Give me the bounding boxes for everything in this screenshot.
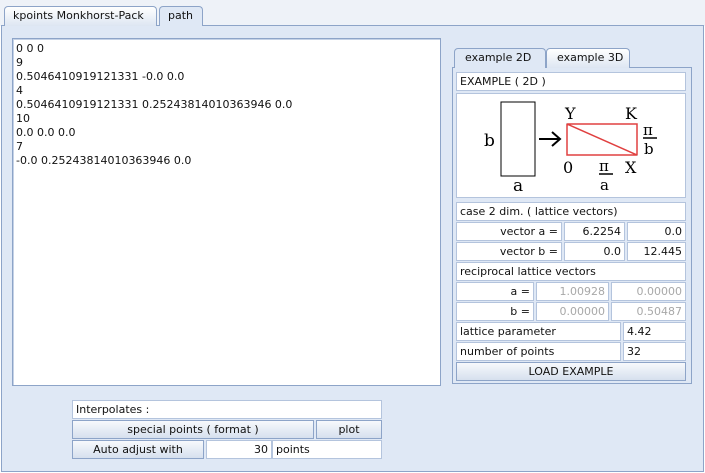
corner-label-gamma: 0 [563,158,573,177]
vector-a-label: vector a = [456,222,562,241]
recip-b-label: b = [456,302,534,321]
path-line: 0 0 0 [16,42,44,55]
interpolates-label: Interpolates : [72,400,382,419]
path-line: 4 [16,84,23,97]
corner-label-x: X [625,158,637,177]
label-a: a [513,176,523,196]
recip-a-y-value: 0.00000 [611,282,686,301]
recip-a-x-value: 1.00928 [536,282,609,301]
number-of-points-input[interactable]: 32 [623,342,686,361]
pi-over-b-numerator: π [643,121,653,139]
tab-kpoints-monkhorst-pack[interactable]: kpoints Monkhorst-Pack [4,6,157,26]
load-example-button[interactable]: LOAD EXAMPLE [456,362,686,381]
corner-label-y: Y [564,104,576,123]
vector-a-y-input[interactable]: 0.0 [627,222,686,241]
kpath-line [566,123,638,156]
special-points-button[interactable]: special points ( format ) [72,420,314,439]
label-b: b [484,131,495,151]
path-textarea[interactable]: 0 0 0 9 0.5046410919121331 -0.0 0.0 4 0.… [12,38,441,386]
path-line: 0.5046410919121331 0.25243814010363946 0… [16,98,293,111]
tab-example-3d[interactable]: example 3D [546,48,630,68]
path-line: 0.0 0.0 0.0 [16,126,76,139]
reciprocal-label: reciprocal lattice vectors [456,262,686,281]
arrow-right-icon [539,131,562,147]
vector-a-x-input[interactable]: 6.2254 [564,222,625,241]
path-line: 0.5046410919121331 -0.0 0.0 [16,70,185,83]
real-space-cell [500,101,536,177]
example-title: EXAMPLE ( 2D ) [456,72,686,91]
tab-path[interactable]: path [159,6,203,26]
lattice-parameter-input[interactable]: 4.42 [623,322,686,341]
example-2d-diagram: b a Y K 0 X π b π a [484,101,657,196]
tab-example-2d[interactable]: example 2D [454,48,546,68]
brillouin-zone-figure: b a Y K 0 X π b π a [456,93,686,198]
points-label: points [272,440,382,459]
recip-a-label: a = [456,282,534,301]
pi-over-a-numerator: π [599,157,609,175]
path-line: 10 [16,112,30,125]
pi-over-b-denominator: b [644,140,654,158]
auto-adjust-button[interactable]: Auto adjust with [72,440,204,459]
auto-adjust-points-input[interactable]: 30 [206,440,272,459]
number-of-points-label: number of points [456,342,621,361]
path-line: 7 [16,140,23,153]
recip-b-x-value: 0.00000 [536,302,609,321]
case-label: case 2 dim. ( lattice vectors) [456,202,686,221]
corner-label-k: K [625,104,638,123]
recip-b-y-value: 0.50487 [611,302,686,321]
vector-b-x-input[interactable]: 0.0 [564,242,625,261]
vector-b-label: vector b = [456,242,562,261]
vector-b-y-input[interactable]: 12.445 [627,242,686,261]
plot-button[interactable]: plot [316,420,382,439]
lattice-parameter-label: lattice parameter [456,322,621,341]
path-line: -0.0 0.25243814010363946 0.0 [16,154,192,167]
pi-over-a-denominator: a [600,176,609,194]
path-line: 9 [16,56,23,69]
